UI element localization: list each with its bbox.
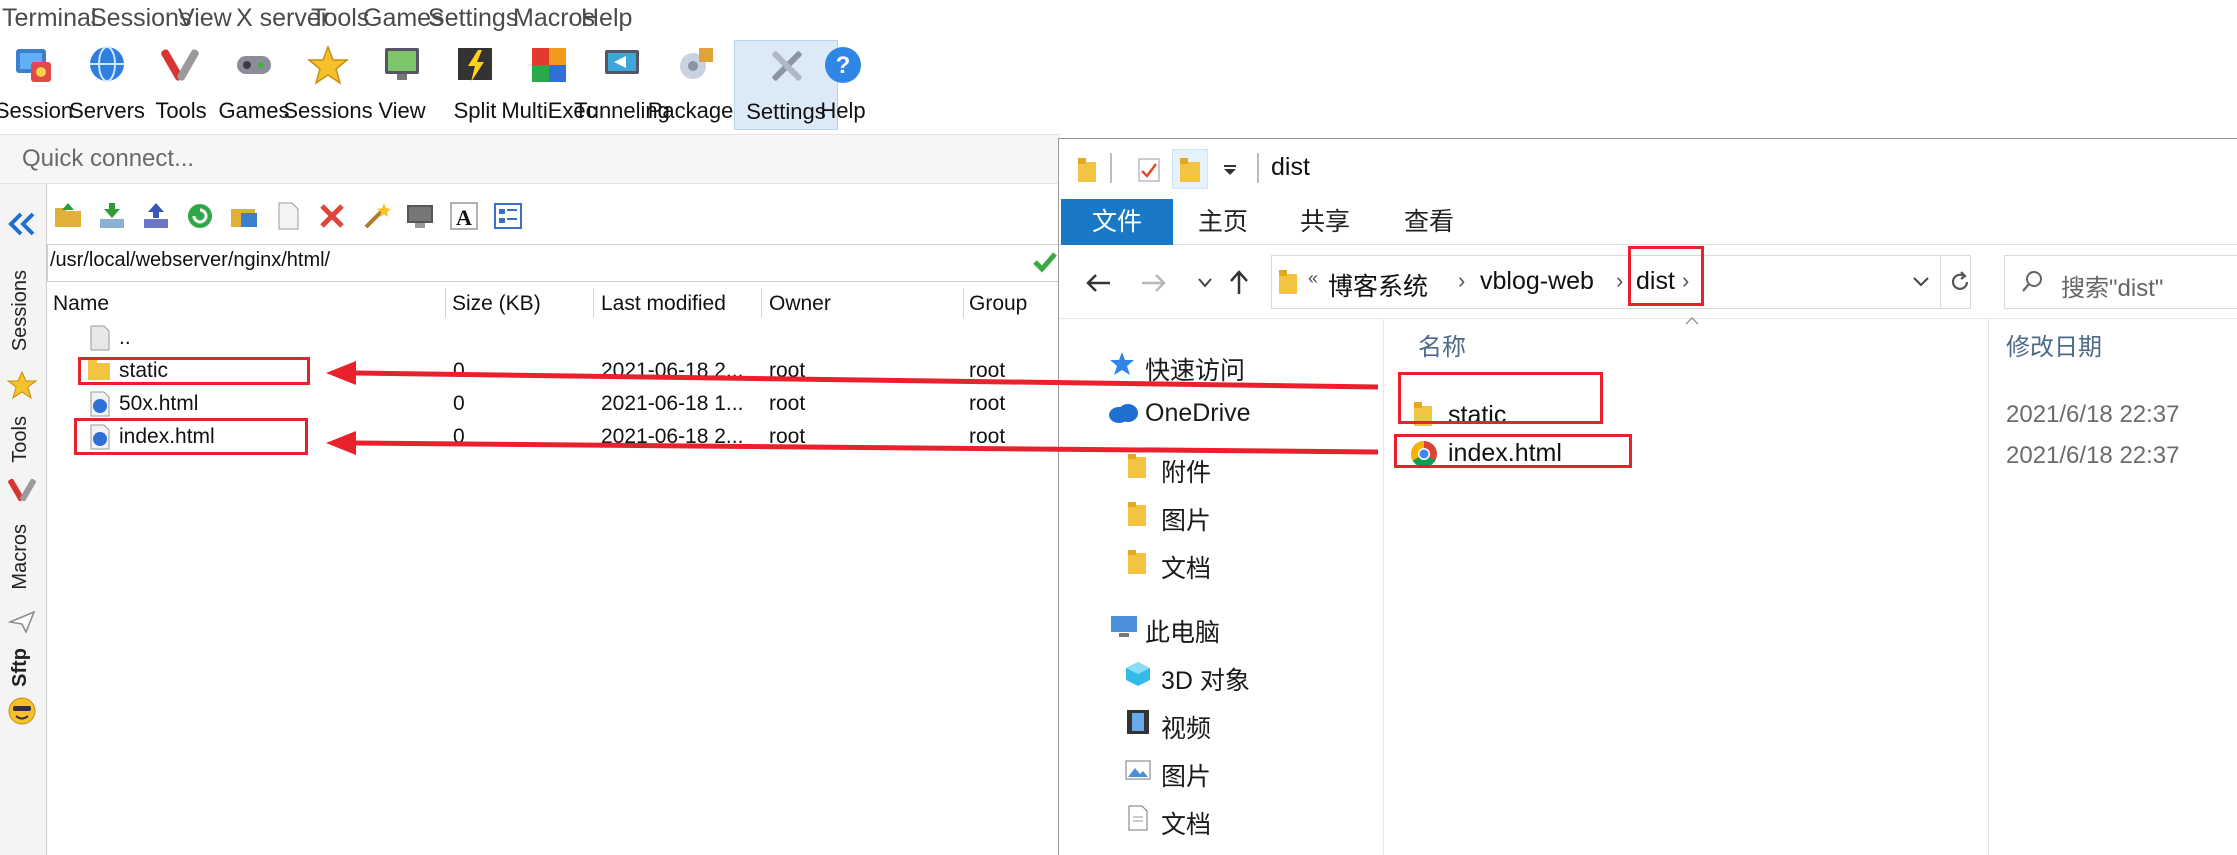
arrow-head <box>326 361 356 385</box>
arrow-line <box>353 440 1379 455</box>
annotation-arrows <box>326 361 1379 455</box>
arrow-head <box>326 431 356 455</box>
arrow-line <box>353 370 1379 390</box>
